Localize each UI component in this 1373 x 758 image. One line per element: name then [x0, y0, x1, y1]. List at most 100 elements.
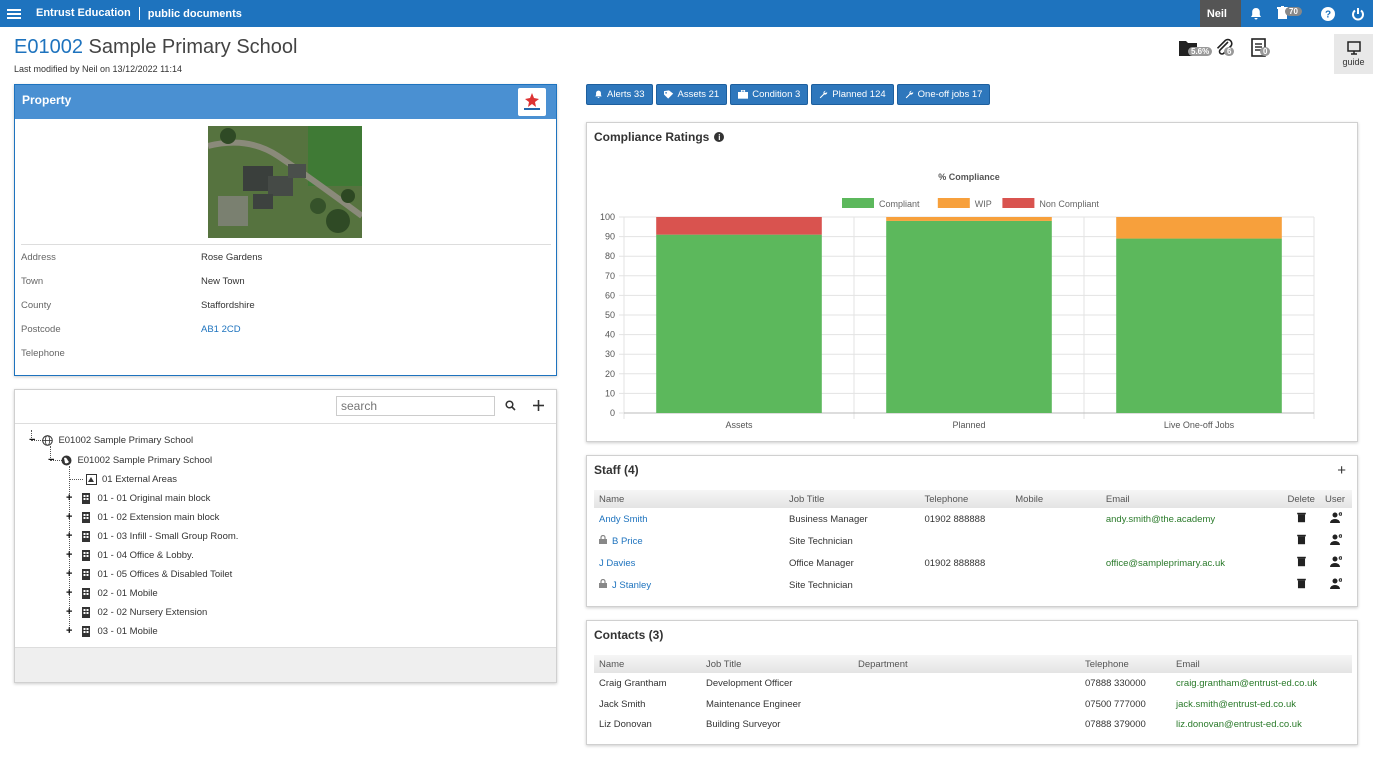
collapse-toggle[interactable]: −	[29, 435, 35, 446]
col-name[interactable]: Name	[594, 490, 785, 508]
tab-alerts[interactable]: Alerts 33	[586, 84, 653, 105]
contact-telephone: 07500 777000	[1085, 698, 1146, 710]
tree-item-block[interactable]: + 01 - 01 Original main block	[66, 490, 210, 506]
expand-toggle[interactable]: +	[66, 569, 72, 580]
tree-item-block[interactable]: + 01 - 03 Infill - Small Group Room.	[66, 528, 238, 544]
tab-one-off-jobs[interactable]: One-off jobs 17	[896, 84, 991, 105]
expand-toggle[interactable]: +	[66, 531, 72, 542]
expand-toggle[interactable]: +	[66, 588, 72, 599]
col-name[interactable]: Name	[594, 655, 701, 673]
col-job-title[interactable]: Job Title	[701, 655, 853, 673]
tab-one-off-jobs-label: One-off jobs 17	[917, 89, 983, 100]
documents-button[interactable]: 5.6%	[1178, 38, 1213, 58]
staff-name-link[interactable]: J Stanley	[612, 580, 651, 591]
staff-email-link[interactable]: office@sampleprimary.ac.uk	[1101, 552, 1283, 574]
attachments-button[interactable]: 6	[1214, 38, 1238, 58]
notes-button[interactable]: 0	[1250, 38, 1274, 58]
user-menu[interactable]: Neil	[1199, 0, 1241, 27]
bell-icon[interactable]	[1241, 0, 1271, 27]
user-settings-icon[interactable]	[1320, 508, 1352, 530]
expand-toggle[interactable]: +	[66, 493, 72, 504]
breadcrumb-public-documents[interactable]: public documents	[140, 8, 242, 20]
add-node-plus-icon[interactable]	[530, 397, 546, 413]
col-department[interactable]: Department	[853, 655, 1080, 673]
tree-site-node[interactable]: − E01002 Sample Primary School	[48, 452, 212, 468]
expand-toggle[interactable]: +	[66, 607, 72, 618]
header-icons: 5.6% 6 0	[1178, 38, 1274, 58]
user-settings-icon[interactable]	[1320, 552, 1352, 574]
tree-item-block[interactable]: + 02 - 02 Nursery Extension	[66, 604, 207, 620]
tree-item-external-areas[interactable]: 01 External Areas	[85, 471, 177, 487]
delete-trash-icon[interactable]	[1283, 508, 1320, 530]
delete-trash-icon[interactable]	[1283, 552, 1320, 574]
site-name: Sample Primary School	[88, 36, 298, 58]
expand-toggle[interactable]: +	[66, 550, 72, 561]
tree-item-label: 01 - 05 Offices & Disabled Toilet	[97, 568, 233, 580]
tab-planned[interactable]: Planned 124	[811, 84, 894, 105]
brand-link[interactable]: Entrust Education	[36, 7, 140, 20]
user-settings-icon[interactable]	[1320, 574, 1352, 596]
user-settings-icon[interactable]	[1320, 530, 1352, 552]
county-row: County Staffordshire	[21, 293, 551, 317]
hamburger-menu-icon[interactable]	[7, 8, 21, 19]
bar-segment	[886, 217, 1052, 221]
recycle-bin-button[interactable]: 70	[1271, 0, 1313, 27]
telephone-row: Telephone	[21, 341, 551, 365]
y-tick-label: 20	[605, 369, 615, 379]
staff-name-link[interactable]: J Davies	[594, 552, 784, 574]
tab-planned-label: Planned 124	[832, 89, 886, 100]
tree-item-label: 01 - 03 Infill - Small Group Room.	[97, 530, 239, 542]
staff-email-link[interactable]	[1101, 574, 1283, 596]
tab-condition[interactable]: Condition 3	[730, 84, 809, 105]
property-aerial-photo	[208, 126, 362, 238]
tree-item-block[interactable]: + 01 - 02 Extension main block	[66, 509, 219, 525]
table-row: B Price Site Technician	[594, 530, 1352, 552]
col-telephone[interactable]: Telephone	[1080, 655, 1171, 673]
col-job-title[interactable]: Job Title	[784, 490, 920, 508]
staff-email-link[interactable]: andy.smith@the.academy	[1101, 508, 1283, 530]
contact-name: Liz Donovan	[599, 719, 652, 730]
power-icon[interactable]	[1343, 0, 1373, 27]
tree-item-block[interactable]: + 03 - 01 Mobile	[66, 623, 158, 639]
legend-swatch	[842, 198, 874, 208]
contact-email-link[interactable]: jack.smith@entrust-ed.co.uk	[1171, 694, 1352, 714]
postcode-link[interactable]: AB1 2CD	[201, 324, 241, 335]
staff-mobile	[1010, 552, 1101, 574]
collapse-toggle[interactable]: −	[48, 455, 54, 466]
y-tick-label: 30	[605, 349, 615, 359]
contact-job: Development Officer	[706, 678, 793, 689]
building-icon	[80, 568, 92, 580]
staff-email-link[interactable]	[1101, 530, 1283, 552]
staff-name-link[interactable]: B Price	[612, 536, 643, 547]
expand-toggle[interactable]: +	[66, 512, 72, 523]
col-telephone[interactable]: Telephone	[919, 490, 1011, 508]
wrench-icon	[905, 90, 913, 99]
contact-email-link[interactable]: liz.donovan@entrust-ed.co.uk	[1171, 714, 1352, 735]
tree-root-node[interactable]: − E01002 Sample Primary School	[29, 432, 193, 448]
add-staff-plus-icon[interactable]: +	[1337, 462, 1346, 479]
documents-badge: 5.6%	[1188, 47, 1213, 56]
guide-button[interactable]: guide	[1334, 34, 1373, 74]
tree-item-block[interactable]: + 01 - 05 Offices & Disabled Toilet	[66, 566, 232, 582]
staff-name-link[interactable]: Andy Smith	[594, 508, 784, 530]
tree-item-block[interactable]: + 02 - 01 Mobile	[66, 585, 158, 601]
tree-item-block[interactable]: + 01 - 04 Office & Lobby.	[66, 547, 194, 563]
col-email[interactable]: Email	[1171, 655, 1352, 673]
table-row: J Davies Office Manager 01902 888888 off…	[594, 552, 1352, 574]
expand-toggle[interactable]: +	[66, 626, 72, 637]
y-tick-label: 70	[605, 271, 615, 281]
tab-assets[interactable]: Assets 21	[655, 84, 728, 105]
tree-item-label: 03 - 01 Mobile	[97, 625, 158, 637]
tree-search-input[interactable]	[336, 396, 495, 416]
search-icon[interactable]	[502, 397, 518, 413]
site-code: E01002	[14, 36, 83, 58]
col-mobile[interactable]: Mobile	[1010, 490, 1101, 508]
contact-department	[853, 714, 1080, 735]
col-email[interactable]: Email	[1100, 490, 1283, 508]
delete-trash-icon[interactable]	[1283, 530, 1320, 552]
staff-job: Site Technician	[789, 579, 853, 591]
delete-trash-icon[interactable]	[1283, 574, 1320, 596]
tree-toolbar	[15, 390, 556, 424]
contact-email-link[interactable]: craig.grantham@entrust-ed.co.uk	[1171, 673, 1352, 694]
help-icon[interactable]: ?	[1313, 0, 1343, 27]
